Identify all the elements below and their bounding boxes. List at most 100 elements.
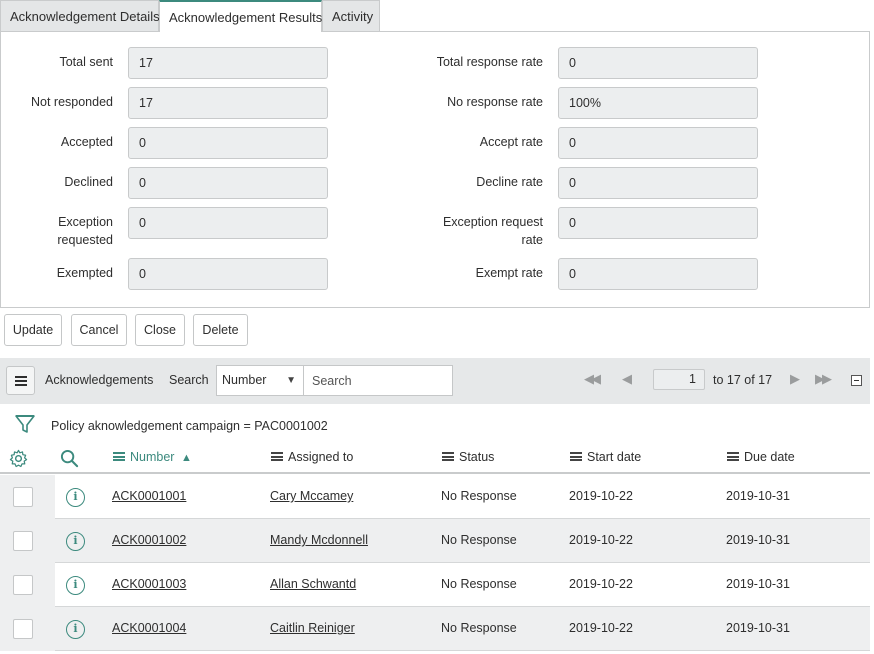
label-line: requested — [57, 233, 113, 247]
label-exempt-rate: Exempt rate — [475, 266, 543, 280]
field-accepted[interactable]: 0 — [128, 127, 328, 159]
cell-assigned-to[interactable]: Mandy Mcdonnell — [270, 533, 368, 547]
cell-assigned-to[interactable]: Allan Schwantd — [270, 577, 356, 591]
cell-start-date: 2019-10-22 — [569, 577, 633, 591]
results-panel: Total sent 17 Not responded 17 Accepted … — [0, 31, 870, 308]
cell-number[interactable]: ACK0001002 — [112, 533, 186, 547]
search-icon[interactable] — [60, 449, 79, 468]
cell-due-date: 2019-10-31 — [726, 489, 790, 503]
cancel-button[interactable]: Cancel — [71, 314, 127, 346]
tab-bar: Acknowledgement Details Acknowledgement … — [0, 0, 874, 32]
cell-start-date: 2019-10-22 — [569, 489, 633, 503]
info-icon[interactable]: i — [66, 488, 85, 507]
filter-breadcrumb[interactable]: Policy aknowledgement campaign = PAC0001… — [51, 419, 328, 433]
column-label: Number — [130, 450, 175, 464]
info-icon[interactable]: i — [66, 576, 85, 595]
first-page-icon[interactable]: ◀◀ — [584, 371, 601, 387]
column-menu-icon[interactable] — [271, 452, 283, 461]
label-line: rate — [521, 233, 543, 247]
search-label: Search — [169, 373, 209, 387]
label-no-response-rate: No response rate — [447, 95, 543, 109]
column-start-date[interactable]: Start date — [570, 450, 641, 464]
label-exempted: Exempted — [56, 266, 113, 280]
page-range-text: to 17 of 17 — [713, 373, 773, 387]
list-title: Acknowledgements — [45, 373, 154, 387]
update-button[interactable]: Update — [4, 314, 62, 346]
field-accept-rate[interactable]: 0 — [558, 127, 758, 159]
cell-status: No Response — [441, 621, 517, 635]
cell-due-date: 2019-10-31 — [726, 577, 790, 591]
cell-start-date: 2019-10-22 — [569, 621, 633, 635]
column-number[interactable]: Number ▲ — [113, 450, 192, 464]
column-header-row: Number ▲ Assigned to Status Start date D… — [0, 445, 870, 474]
collapse-icon[interactable] — [851, 375, 862, 386]
row-checkbox[interactable] — [13, 619, 33, 639]
column-due-date[interactable]: Due date — [727, 450, 795, 464]
cell-number[interactable]: ACK0001003 — [112, 577, 186, 591]
column-status[interactable]: Status — [442, 450, 494, 464]
field-no-response-rate[interactable]: 100% — [558, 87, 758, 119]
field-not-responded[interactable]: 17 — [128, 87, 328, 119]
search-input[interactable] — [303, 365, 453, 396]
tab-acknowledgement-results[interactable]: Acknowledgement Results — [159, 0, 322, 32]
field-total-sent[interactable]: 17 — [128, 47, 328, 79]
row-checkbox[interactable] — [13, 531, 33, 551]
column-menu-icon[interactable] — [113, 452, 125, 461]
hamburger-icon — [15, 376, 27, 378]
field-total-response-rate[interactable]: 0 — [558, 47, 758, 79]
cell-start-date: 2019-10-22 — [569, 533, 633, 547]
last-page-icon[interactable]: ▶▶ — [815, 371, 832, 387]
label-exception-requested: Exception requested — [1, 213, 113, 249]
cell-status: No Response — [441, 489, 517, 503]
cell-assigned-to[interactable]: Cary Mccamey — [270, 489, 353, 503]
label-decline-rate: Decline rate — [476, 175, 543, 189]
row-checkbox[interactable] — [13, 487, 33, 507]
tab-acknowledgement-details[interactable]: Acknowledgement Details — [0, 0, 160, 32]
label-exception-request-rate: Exception request rate — [381, 213, 543, 249]
table-row: i ACK0001004 Caitlin Reiniger No Respons… — [0, 607, 870, 651]
filter-icon[interactable] — [14, 413, 36, 435]
label-total-response-rate: Total response rate — [436, 55, 543, 69]
delete-button[interactable]: Delete — [193, 314, 248, 346]
label-line: Exception request — [442, 215, 543, 229]
previous-page-icon[interactable]: ◀ — [622, 371, 632, 387]
table-row: i ACK0001002 Mandy Mcdonnell No Response… — [0, 519, 870, 563]
list-header-bar: Acknowledgements Search Number ▼ ◀◀ ◀ 1 … — [0, 358, 870, 404]
cell-status: No Response — [441, 533, 517, 547]
table-row: i ACK0001001 Cary Mccamey No Response 20… — [0, 475, 870, 519]
field-decline-rate[interactable]: 0 — [558, 167, 758, 199]
info-icon[interactable]: i — [66, 532, 85, 551]
field-declined[interactable]: 0 — [128, 167, 328, 199]
column-menu-icon[interactable] — [570, 452, 582, 461]
gear-icon[interactable] — [9, 449, 28, 468]
column-label: Assigned to — [288, 450, 354, 464]
tab-activity[interactable]: Activity — [322, 0, 380, 32]
field-exempted[interactable]: 0 — [128, 258, 328, 290]
column-menu-icon[interactable] — [442, 452, 454, 461]
search-field-select[interactable]: Number ▼ — [216, 365, 304, 396]
cell-assigned-to[interactable]: Caitlin Reiniger — [270, 621, 355, 635]
field-exception-requested[interactable]: 0 — [128, 207, 328, 239]
label-total-sent: Total sent — [59, 55, 113, 69]
cell-status: No Response — [441, 577, 517, 591]
column-assigned-to[interactable]: Assigned to — [271, 450, 353, 464]
search-field-value: Number — [222, 373, 267, 387]
cell-due-date: 2019-10-31 — [726, 533, 790, 547]
field-exempt-rate[interactable]: 0 — [558, 258, 758, 290]
cell-number[interactable]: ACK0001001 — [112, 489, 186, 503]
list-menu-button[interactable] — [6, 366, 35, 395]
row-checkbox[interactable] — [13, 575, 33, 595]
sort-ascending-icon: ▲ — [180, 452, 192, 464]
column-menu-icon[interactable] — [727, 452, 739, 461]
label-accept-rate: Accept rate — [479, 135, 543, 149]
label-declined: Declined — [64, 175, 113, 189]
close-button[interactable]: Close — [135, 314, 185, 346]
cell-number[interactable]: ACK0001004 — [112, 621, 186, 635]
info-icon[interactable]: i — [66, 620, 85, 639]
field-exception-request-rate[interactable]: 0 — [558, 207, 758, 239]
table-row: i ACK0001003 Allan Schwantd No Response … — [0, 563, 870, 607]
column-label: Status — [459, 450, 495, 464]
next-page-icon[interactable]: ▶ — [790, 371, 800, 387]
label-not-responded: Not responded — [30, 95, 113, 109]
page-number-input[interactable]: 1 — [653, 369, 705, 390]
